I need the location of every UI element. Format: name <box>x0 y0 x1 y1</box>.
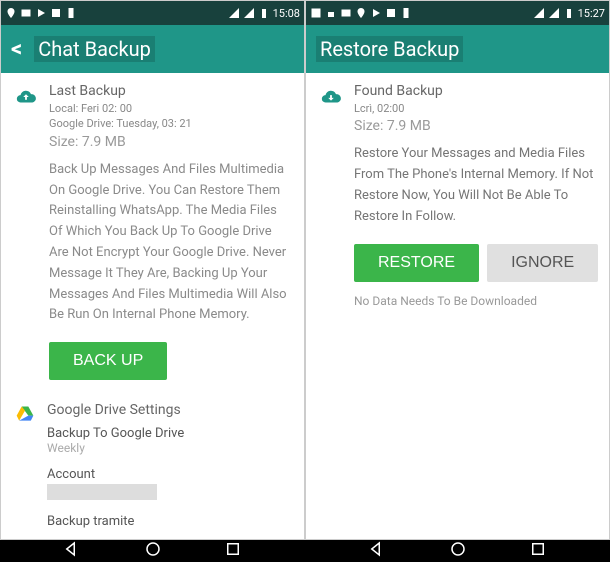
backup-frequency-value: Weekly <box>47 441 290 455</box>
location-icon <box>5 7 17 19</box>
app-bar-title: Chat Backup <box>34 36 155 62</box>
download-note: No Data Needs To Be Downloaded <box>354 294 598 308</box>
app-bar-title: Restore Backup <box>316 36 463 62</box>
restore-button[interactable]: Restore <box>354 244 479 282</box>
ignore-button[interactable]: IGNORE <box>487 244 598 282</box>
gdrive-settings-heading: Google Drive Settings <box>47 402 290 418</box>
restore-description: Restore Your Messages and Media Files Fr… <box>354 144 598 227</box>
google-drive-icon <box>15 404 35 424</box>
lock-icon <box>325 7 337 19</box>
cloud-upload-icon <box>15 86 37 108</box>
phone-icon <box>400 7 412 19</box>
mail-icon <box>340 7 352 19</box>
navigation-bar <box>0 540 610 562</box>
status-bar: 15:27 <box>306 1 609 25</box>
found-backup-time: Lcrì, 02:00 <box>354 101 598 116</box>
signal-icon <box>533 7 545 19</box>
last-backup-heading: Last Backup <box>49 83 290 99</box>
found-backup-size: Size: 7.9 MB <box>354 118 598 134</box>
app-bar: Restore Backup <box>306 25 609 73</box>
phone-left: 15:08 < Chat Backup Last Backup Local: F… <box>0 0 305 540</box>
back-icon[interactable]: < <box>11 37 22 62</box>
content: Last Backup Local: Feri 02: 00 Google Dr… <box>1 73 304 539</box>
play-icon <box>35 7 47 19</box>
backup-button[interactable]: BACK UP <box>49 342 167 380</box>
nav-back-icon[interactable] <box>63 540 81 562</box>
nav-recent-icon[interactable] <box>529 540 547 562</box>
wifi-icon <box>548 7 560 19</box>
status-bar: 15:08 <box>1 1 304 25</box>
backup-gdrive-time: Google Drive: Tuesday, 03: 21 <box>49 116 290 131</box>
nav-back-icon[interactable] <box>368 540 386 562</box>
content: Found Backup Lcrì, 02:00 Size: 7.9 MB Re… <box>306 73 609 539</box>
backup-size: Size: 7.9 MB <box>49 134 290 150</box>
cloud-download-icon <box>320 86 342 108</box>
app-bar: < Chat Backup <box>1 25 304 73</box>
found-backup-heading: Found Backup <box>354 83 598 99</box>
backup-tramite-label[interactable]: Backup tramite <box>47 514 290 529</box>
box-icon <box>385 7 397 19</box>
nav-home-icon[interactable] <box>144 540 162 562</box>
box-icon <box>50 7 62 19</box>
battery-icon <box>258 7 270 19</box>
nav-home-icon[interactable] <box>449 540 467 562</box>
location-icon <box>355 7 367 19</box>
mail-icon <box>20 7 32 19</box>
image-icon <box>310 7 322 19</box>
account-value-redacted <box>47 484 157 500</box>
wifi-icon <box>243 7 255 19</box>
backup-frequency-label[interactable]: Backup To Google Drive <box>47 426 290 441</box>
backup-description: Back Up Messages And Files Multimedia On… <box>49 160 290 326</box>
phone-right: 15:27 Restore Backup Found Backup Lcrì, … <box>305 0 610 540</box>
battery-icon <box>563 7 575 19</box>
play-icon <box>370 7 382 19</box>
signal-icon <box>228 7 240 19</box>
clock: 15:27 <box>578 7 605 20</box>
backup-local-time: Local: Feri 02: 00 <box>49 101 290 116</box>
clock: 15:08 <box>273 7 300 20</box>
phone-icon <box>65 7 77 19</box>
nav-recent-icon[interactable] <box>224 540 242 562</box>
account-label[interactable]: Account <box>47 467 290 482</box>
